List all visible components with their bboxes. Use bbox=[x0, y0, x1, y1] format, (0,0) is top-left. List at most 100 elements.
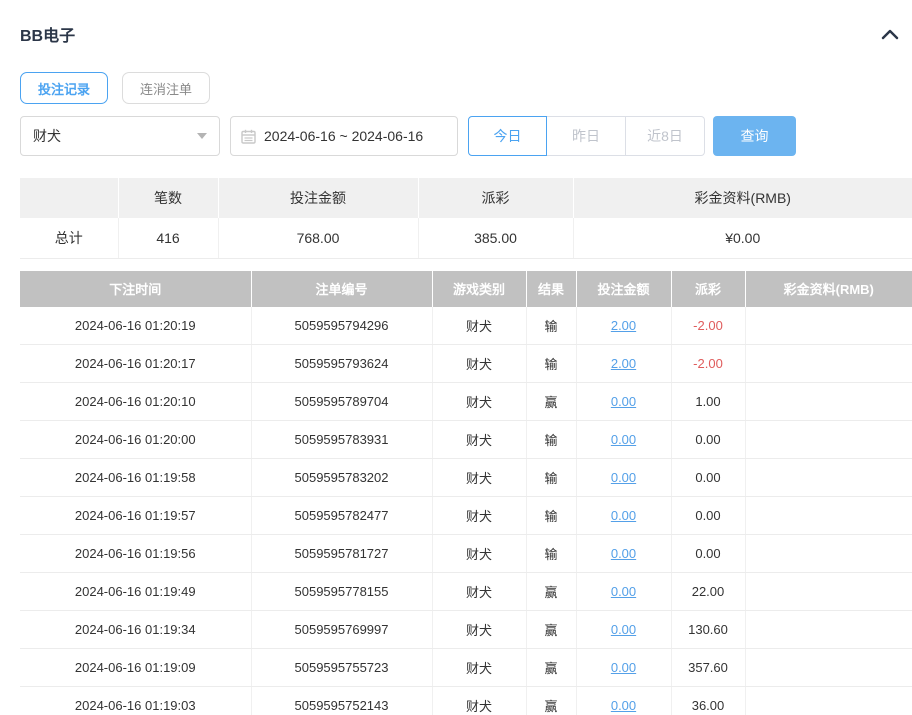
cell-payout: 357.60 bbox=[671, 649, 745, 687]
bet-amount-link[interactable]: 0.00 bbox=[611, 660, 636, 675]
cell-result: 输 bbox=[526, 345, 576, 383]
cell-bet-amount: 0.00 bbox=[576, 611, 671, 649]
record-type-tabs: 投注记录 连消注单 bbox=[20, 72, 912, 104]
tab-cancelled-bets[interactable]: 连消注单 bbox=[122, 72, 210, 104]
bet-amount-link[interactable]: 0.00 bbox=[611, 622, 636, 637]
cell-order-no: 5059595789704 bbox=[251, 383, 432, 421]
cell-bonus bbox=[745, 649, 912, 687]
cell-order-no: 5059595752143 bbox=[251, 687, 432, 715]
summary-total-payout: 385.00 bbox=[418, 218, 573, 258]
chevron-up-icon bbox=[881, 28, 899, 40]
bet-amount-link[interactable]: 0.00 bbox=[611, 698, 636, 713]
cell-bet-time: 2024-06-16 01:19:34 bbox=[20, 611, 251, 649]
cell-bet-time: 2024-06-16 01:20:17 bbox=[20, 345, 251, 383]
page-title: BB电子 bbox=[20, 22, 75, 46]
cell-payout: 36.00 bbox=[671, 687, 745, 715]
cell-bonus bbox=[745, 611, 912, 649]
cell-bet-time: 2024-06-16 01:19:49 bbox=[20, 573, 251, 611]
cell-payout: 22.00 bbox=[671, 573, 745, 611]
cell-bet-amount: 0.00 bbox=[576, 383, 671, 421]
records-header-row: 下注时间 注单编号 游戏类别 结果 投注金额 派彩 彩金资料(RMB) bbox=[20, 271, 912, 307]
summary-header-payout: 派彩 bbox=[418, 178, 573, 218]
cell-payout: 1.00 bbox=[671, 383, 745, 421]
cell-bonus bbox=[745, 421, 912, 459]
cell-bet-amount: 0.00 bbox=[576, 649, 671, 687]
cell-game-type: 财犬 bbox=[432, 611, 526, 649]
calendar-icon bbox=[241, 129, 256, 144]
bet-amount-link[interactable]: 0.00 bbox=[611, 394, 636, 409]
bet-amount-link[interactable]: 2.00 bbox=[611, 318, 636, 333]
table-row: 2024-06-16 01:19:345059595769997财犬赢0.001… bbox=[20, 611, 912, 649]
table-row: 2024-06-16 01:19:585059595783202财犬输0.000… bbox=[20, 459, 912, 497]
cell-bet-amount: 0.00 bbox=[576, 535, 671, 573]
today-button[interactable]: 今日 bbox=[468, 116, 547, 156]
cell-order-no: 5059595783202 bbox=[251, 459, 432, 497]
cell-game-type: 财犬 bbox=[432, 307, 526, 345]
cell-order-no: 5059595793624 bbox=[251, 345, 432, 383]
cell-result: 输 bbox=[526, 535, 576, 573]
date-range-picker[interactable]: 2024-06-16 ~ 2024-06-16 bbox=[230, 116, 458, 156]
cell-bet-amount: 0.00 bbox=[576, 497, 671, 535]
cell-bet-amount: 0.00 bbox=[576, 421, 671, 459]
bet-amount-link[interactable]: 0.00 bbox=[611, 470, 636, 485]
cell-bonus bbox=[745, 573, 912, 611]
game-select[interactable]: 财犬 bbox=[20, 116, 220, 156]
bet-amount-link[interactable]: 0.00 bbox=[611, 432, 636, 447]
cell-game-type: 财犬 bbox=[432, 573, 526, 611]
cell-order-no: 5059595782477 bbox=[251, 497, 432, 535]
cell-bet-amount: 0.00 bbox=[576, 687, 671, 715]
cell-game-type: 财犬 bbox=[432, 535, 526, 573]
tab-bet-records[interactable]: 投注记录 bbox=[20, 72, 108, 104]
yesterday-button[interactable]: 昨日 bbox=[547, 116, 626, 156]
cell-order-no: 5059595794296 bbox=[251, 307, 432, 345]
game-select-value: 财犬 bbox=[33, 126, 61, 146]
quick-range-group: 今日 昨日 近8日 bbox=[468, 116, 705, 156]
cell-payout: 130.60 bbox=[671, 611, 745, 649]
search-button[interactable]: 查询 bbox=[713, 116, 796, 156]
cell-bet-amount: 2.00 bbox=[576, 345, 671, 383]
cell-game-type: 财犬 bbox=[432, 345, 526, 383]
last-8-days-button[interactable]: 近8日 bbox=[626, 116, 705, 156]
summary-header-row: 笔数 投注金额 派彩 彩金资料(RMB) bbox=[20, 178, 912, 218]
cell-bet-time: 2024-06-16 01:20:10 bbox=[20, 383, 251, 421]
table-row: 2024-06-16 01:20:175059595793624财犬输 2.00 -… bbox=[20, 345, 912, 383]
cell-game-type: 财犬 bbox=[432, 497, 526, 535]
cell-bet-amount: 0.00 bbox=[576, 573, 671, 611]
cell-bonus bbox=[745, 307, 912, 345]
bet-amount-link[interactable]: 0.00 bbox=[611, 508, 636, 523]
bet-amount-link[interactable]: 2.00 bbox=[611, 356, 636, 371]
table-row: 2024-06-16 01:20:005059595783931财犬输0.000… bbox=[20, 421, 912, 459]
cell-order-no: 5059595769997 bbox=[251, 611, 432, 649]
cell-game-type: 财犬 bbox=[432, 383, 526, 421]
collapse-button[interactable] bbox=[878, 22, 902, 46]
header-bet-time: 下注时间 bbox=[20, 271, 251, 307]
header-bonus: 彩金资料(RMB) bbox=[745, 271, 912, 307]
bet-records-table: 下注时间 注单编号 游戏类别 结果 投注金额 派彩 彩金资料(RMB) 2024… bbox=[20, 271, 912, 715]
summary-header-count: 笔数 bbox=[118, 178, 218, 218]
cell-game-type: 财犬 bbox=[432, 421, 526, 459]
table-row: 2024-06-16 01:20:105059595789704财犬赢0.001… bbox=[20, 383, 912, 421]
header-order-no: 注单编号 bbox=[251, 271, 432, 307]
cell-bet-time: 2024-06-16 01:20:19 bbox=[20, 307, 251, 345]
cell-bonus bbox=[745, 497, 912, 535]
summary-header-bonus: 彩金资料(RMB) bbox=[573, 178, 912, 218]
bet-records-panel: BB电子 投注记录 连消注单 财犬 2024-06-16 ~ 2024-06-1… bbox=[0, 0, 912, 715]
cell-bet-time: 2024-06-16 01:19:56 bbox=[20, 535, 251, 573]
cell-bet-time: 2024-06-16 01:19:57 bbox=[20, 497, 251, 535]
cell-result: 赢 bbox=[526, 649, 576, 687]
cell-result: 输 bbox=[526, 459, 576, 497]
bet-amount-link[interactable]: 0.00 bbox=[611, 584, 636, 599]
summary-header-bet-amount: 投注金额 bbox=[218, 178, 418, 218]
panel-header: BB电子 bbox=[20, 22, 912, 46]
cell-result: 输 bbox=[526, 421, 576, 459]
cell-result: 赢 bbox=[526, 573, 576, 611]
cell-bet-time: 2024-06-16 01:19:58 bbox=[20, 459, 251, 497]
cell-bonus bbox=[745, 383, 912, 421]
bet-amount-link[interactable]: 0.00 bbox=[611, 546, 636, 561]
cell-bonus bbox=[745, 535, 912, 573]
cell-payout: -2.00 bbox=[671, 345, 745, 383]
summary-total-count: 416 bbox=[118, 218, 218, 258]
cell-bet-time: 2024-06-16 01:19:03 bbox=[20, 687, 251, 715]
cell-order-no: 5059595783931 bbox=[251, 421, 432, 459]
summary-total-label: 总计 bbox=[20, 218, 118, 258]
